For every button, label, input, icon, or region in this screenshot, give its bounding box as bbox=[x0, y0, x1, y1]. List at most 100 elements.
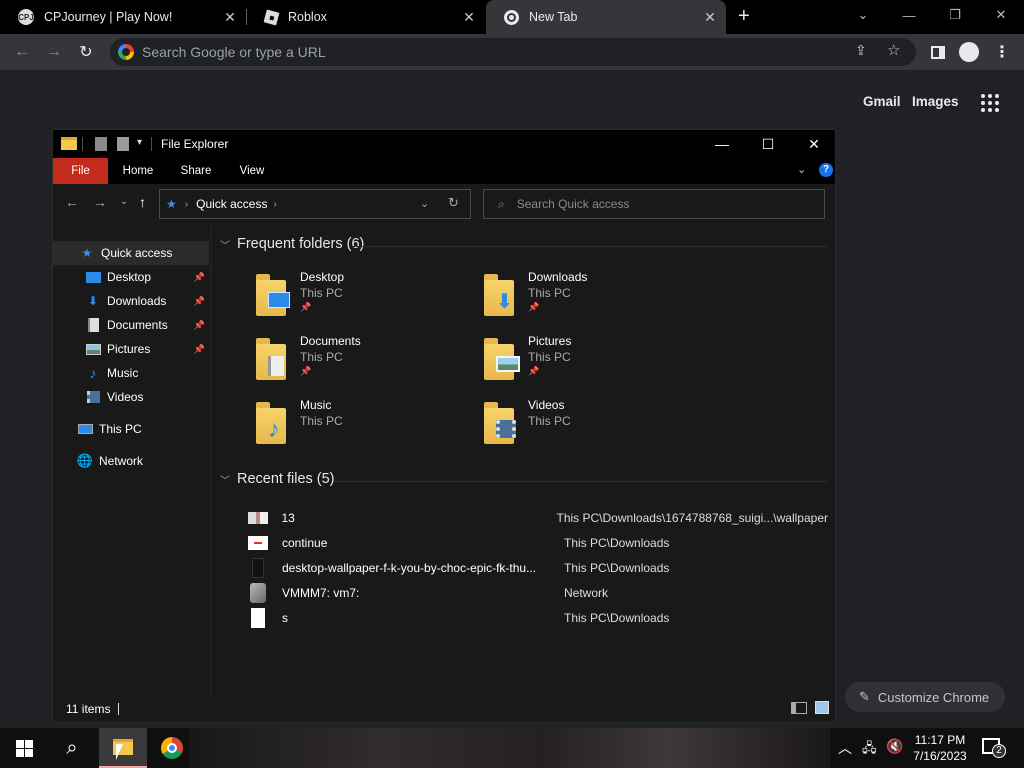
profile-avatar-icon[interactable] bbox=[957, 40, 981, 64]
file-name: 13 bbox=[281, 511, 295, 525]
nav-label: Desktop bbox=[107, 270, 152, 284]
address-bar[interactable]: ★ › Quick access › ⌄ ↻ bbox=[159, 189, 471, 219]
bookmark-star-icon[interactable]: ☆ bbox=[887, 41, 900, 59]
browser-toolbar: ← → ↻ ⇪ ☆ ⋮ bbox=[0, 34, 1024, 70]
tab-new-tab[interactable]: New Tab ✕ bbox=[486, 0, 726, 34]
address-path: Quick access bbox=[196, 197, 268, 211]
nav-quick-access[interactable]: ★ Quick access bbox=[53, 241, 209, 265]
chrome-taskbar-icon[interactable] bbox=[148, 728, 196, 768]
windows-start-icon[interactable] bbox=[0, 728, 48, 768]
menu-dots-icon[interactable]: ⋮ bbox=[990, 40, 1014, 64]
folder-pictures[interactable]: Pictures This PC 📌 bbox=[482, 334, 702, 390]
nav-music[interactable]: ♪ Music bbox=[53, 361, 209, 385]
new-folder-icon[interactable] bbox=[117, 137, 129, 151]
recent-file-row[interactable]: continue This PC\Downloads bbox=[248, 532, 828, 554]
recent-file-row[interactable]: 13 This PC\Downloads\1674788768_suigi...… bbox=[248, 507, 828, 529]
minimize-icon[interactable]: — bbox=[886, 0, 932, 30]
recent-file-row[interactable]: desktop-wallpaper-f-k-you-by-choc-epic-f… bbox=[248, 557, 828, 579]
up-icon[interactable]: ↑ bbox=[139, 194, 146, 210]
pin-icon[interactable]: 📌 bbox=[194, 320, 205, 331]
side-panel-icon[interactable] bbox=[926, 40, 950, 64]
chevron-down-icon[interactable]: ⌄ bbox=[420, 197, 429, 210]
minimize-icon[interactable]: — bbox=[699, 130, 745, 158]
ribbon-expand-icon[interactable]: ⌄ bbox=[797, 163, 806, 176]
omnibox-input[interactable] bbox=[142, 44, 822, 60]
recent-files-header[interactable]: ﹀ Recent files (5) bbox=[220, 471, 335, 487]
nav-videos[interactable]: Videos bbox=[53, 385, 209, 409]
notifications-icon[interactable]: 2 bbox=[980, 736, 1006, 760]
tab-roblox[interactable]: Roblox ✕ bbox=[247, 0, 485, 34]
chevron-right-icon[interactable]: › bbox=[273, 199, 276, 210]
folder-videos[interactable]: Videos This PC bbox=[482, 398, 702, 454]
ribbon-tab-share[interactable]: Share bbox=[167, 158, 225, 184]
gmail-link[interactable]: Gmail bbox=[863, 94, 901, 109]
nav-label: Documents bbox=[107, 318, 168, 332]
recent-file-row[interactable]: s This PC\Downloads bbox=[248, 607, 828, 629]
forward-icon[interactable]: → bbox=[93, 194, 107, 210]
help-icon[interactable]: ? bbox=[819, 163, 833, 177]
tab-cpjourney[interactable]: CPJ CPJourney | Play Now! ✕ bbox=[0, 0, 246, 34]
recent-locations-icon[interactable]: ⌄ bbox=[120, 196, 128, 207]
omnibox[interactable]: ⇪ ☆ bbox=[110, 38, 916, 66]
pin-icon: 📌 bbox=[300, 302, 312, 312]
nav-documents[interactable]: Documents 📌 bbox=[53, 313, 209, 337]
new-tab-button[interactable]: + bbox=[738, 5, 758, 29]
folder-desktop[interactable]: Desktop This PC 📌 bbox=[254, 270, 474, 326]
recent-file-row[interactable]: VMMM7: vm7: Network bbox=[248, 582, 828, 604]
back-icon[interactable]: ← bbox=[10, 40, 34, 64]
tab-search-icon[interactable]: ⌄ bbox=[840, 0, 886, 30]
close-icon[interactable]: ✕ bbox=[700, 9, 720, 26]
folder-music[interactable]: ♪ Music This PC bbox=[254, 398, 474, 454]
folder-location: This PC bbox=[528, 414, 571, 428]
close-icon[interactable]: ✕ bbox=[791, 130, 837, 158]
image-file-icon bbox=[252, 558, 264, 578]
close-icon[interactable]: ✕ bbox=[459, 9, 479, 26]
nav-downloads[interactable]: ⬇ Downloads 📌 bbox=[53, 289, 209, 313]
search-icon[interactable]: ⌕ bbox=[48, 728, 96, 768]
network-status-icon[interactable]: 🖧 bbox=[862, 739, 877, 761]
nav-label: Downloads bbox=[107, 294, 167, 308]
status-bar: 11 items bbox=[53, 696, 835, 721]
pin-icon[interactable]: 📌 bbox=[194, 296, 205, 307]
back-icon[interactable]: ← bbox=[65, 194, 79, 210]
desktop-icon bbox=[85, 270, 101, 284]
nav-desktop[interactable]: Desktop 📌 bbox=[53, 265, 209, 289]
show-hidden-icons-icon[interactable]: ︿ bbox=[838, 738, 852, 758]
nav-this-pc[interactable]: This PC bbox=[53, 417, 209, 441]
nav-network[interactable]: 🌐 Network bbox=[53, 449, 209, 473]
folder-documents[interactable]: Documents This PC 📌 bbox=[254, 334, 474, 390]
close-icon[interactable]: ✕ bbox=[220, 9, 240, 26]
address-bar-row: ← → ⌄ ↑ ★ › Quick access › ⌄ ↻ ⌕ bbox=[53, 184, 835, 226]
search-box[interactable]: ⌕ bbox=[483, 189, 825, 219]
pin-icon[interactable]: 📌 bbox=[194, 344, 205, 355]
details-view-icon[interactable] bbox=[791, 702, 807, 714]
customize-chrome-button[interactable]: ✎ Customize Chrome bbox=[845, 682, 1005, 712]
reload-icon[interactable]: ↻ bbox=[74, 40, 98, 64]
ribbon-tab-home[interactable]: Home bbox=[110, 158, 166, 184]
nav-label: Network bbox=[99, 454, 144, 468]
ribbon-tab-view[interactable]: View bbox=[225, 158, 279, 184]
clock[interactable]: 11:17 PM 7/16/2023 bbox=[908, 732, 972, 764]
share-icon[interactable]: ⇪ bbox=[855, 42, 867, 59]
close-window-icon[interactable]: ✕ bbox=[978, 0, 1024, 30]
pin-icon[interactable]: 📌 bbox=[194, 272, 205, 283]
nav-pictures[interactable]: Pictures 📌 bbox=[53, 337, 209, 361]
properties-icon[interactable] bbox=[95, 137, 107, 151]
volume-muted-icon[interactable]: 🔇 bbox=[886, 738, 903, 755]
large-icons-view-icon[interactable] bbox=[815, 701, 829, 714]
qat-dropdown-icon[interactable]: ▾ bbox=[137, 137, 142, 148]
file-location: This PC\Downloads bbox=[564, 561, 670, 575]
maximize-icon[interactable]: ☐ bbox=[745, 130, 791, 158]
file-explorer-taskbar-icon[interactable] bbox=[99, 728, 147, 768]
images-link[interactable]: Images bbox=[912, 94, 959, 109]
search-input[interactable] bbox=[516, 197, 807, 211]
ribbon-tab-file[interactable]: File bbox=[53, 158, 108, 184]
restore-icon[interactable]: ❐ bbox=[932, 0, 978, 30]
forward-icon[interactable]: → bbox=[42, 40, 66, 64]
google-apps-icon[interactable] bbox=[981, 94, 999, 112]
frequent-folders-header[interactable]: ﹀ Frequent folders (6) bbox=[220, 236, 364, 252]
folder-downloads[interactable]: ⬇ Downloads This PC 📌 bbox=[482, 270, 702, 326]
file-location: This PC\Downloads bbox=[564, 611, 670, 625]
refresh-icon[interactable]: ↻ bbox=[448, 195, 459, 211]
blank-file-icon bbox=[251, 608, 265, 628]
